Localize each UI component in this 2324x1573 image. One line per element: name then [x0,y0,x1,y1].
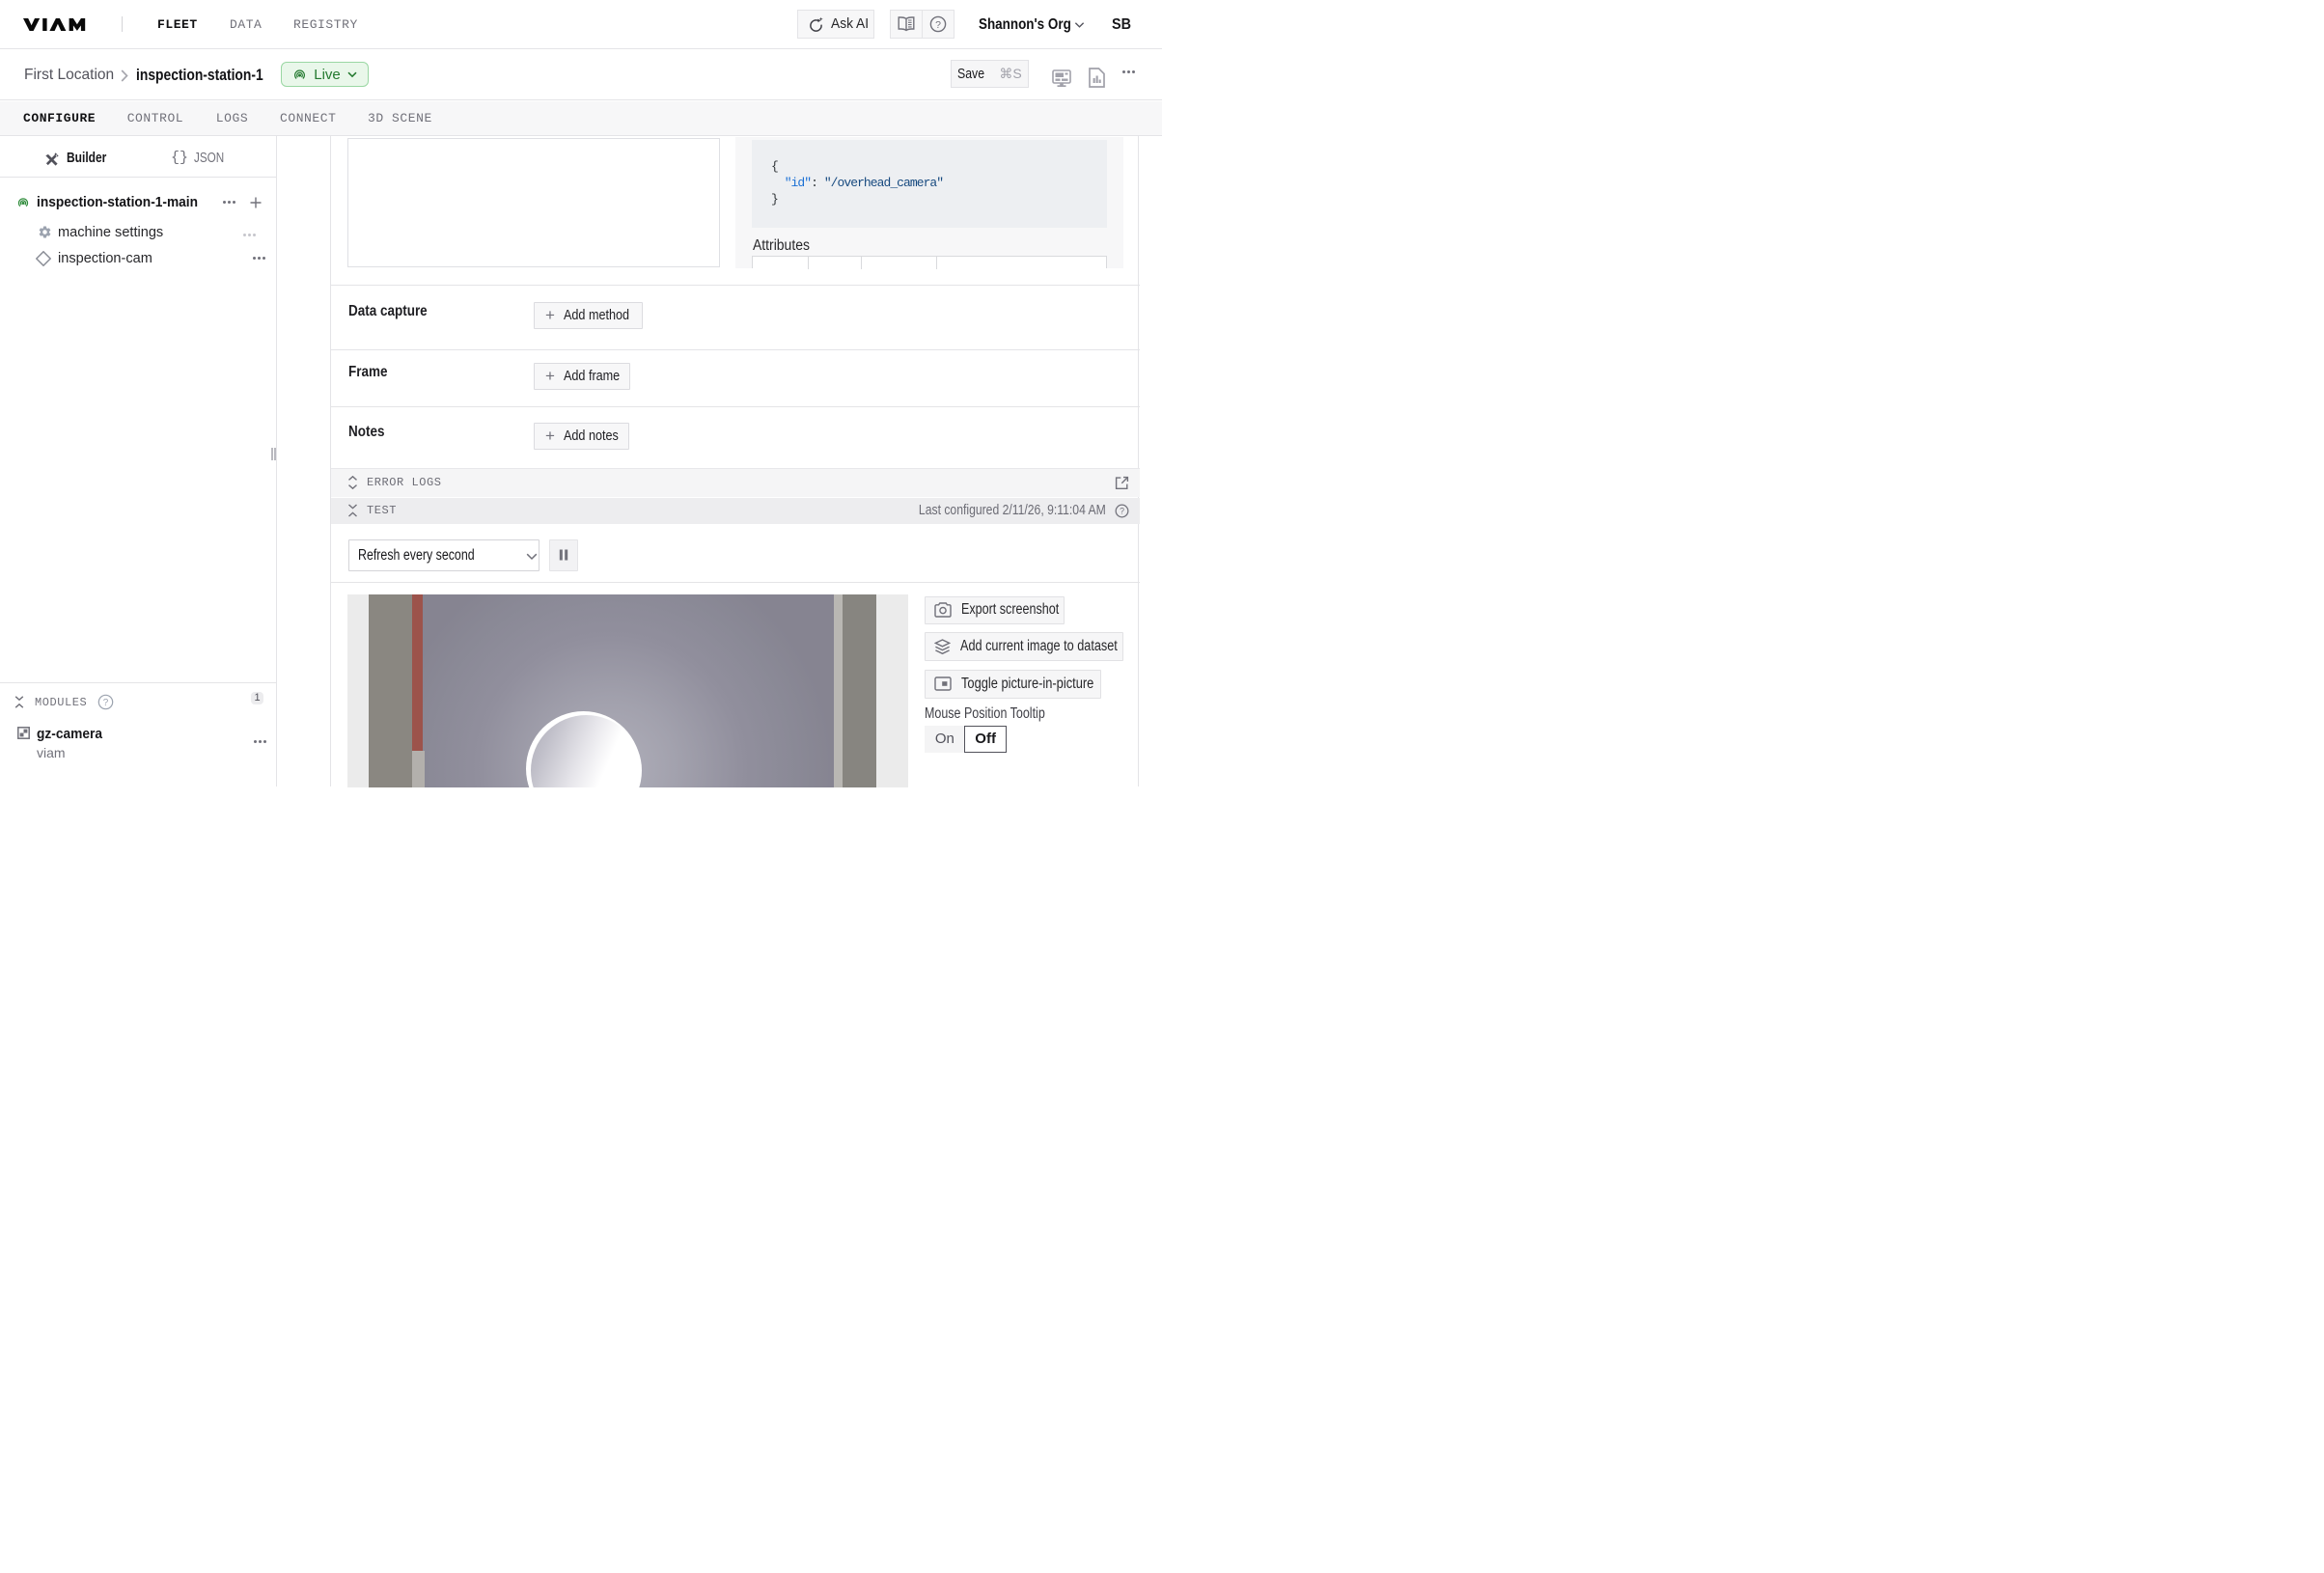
svg-text:?: ? [1120,506,1124,515]
svg-text:?: ? [103,698,109,708]
svg-text:?: ? [935,19,941,31]
